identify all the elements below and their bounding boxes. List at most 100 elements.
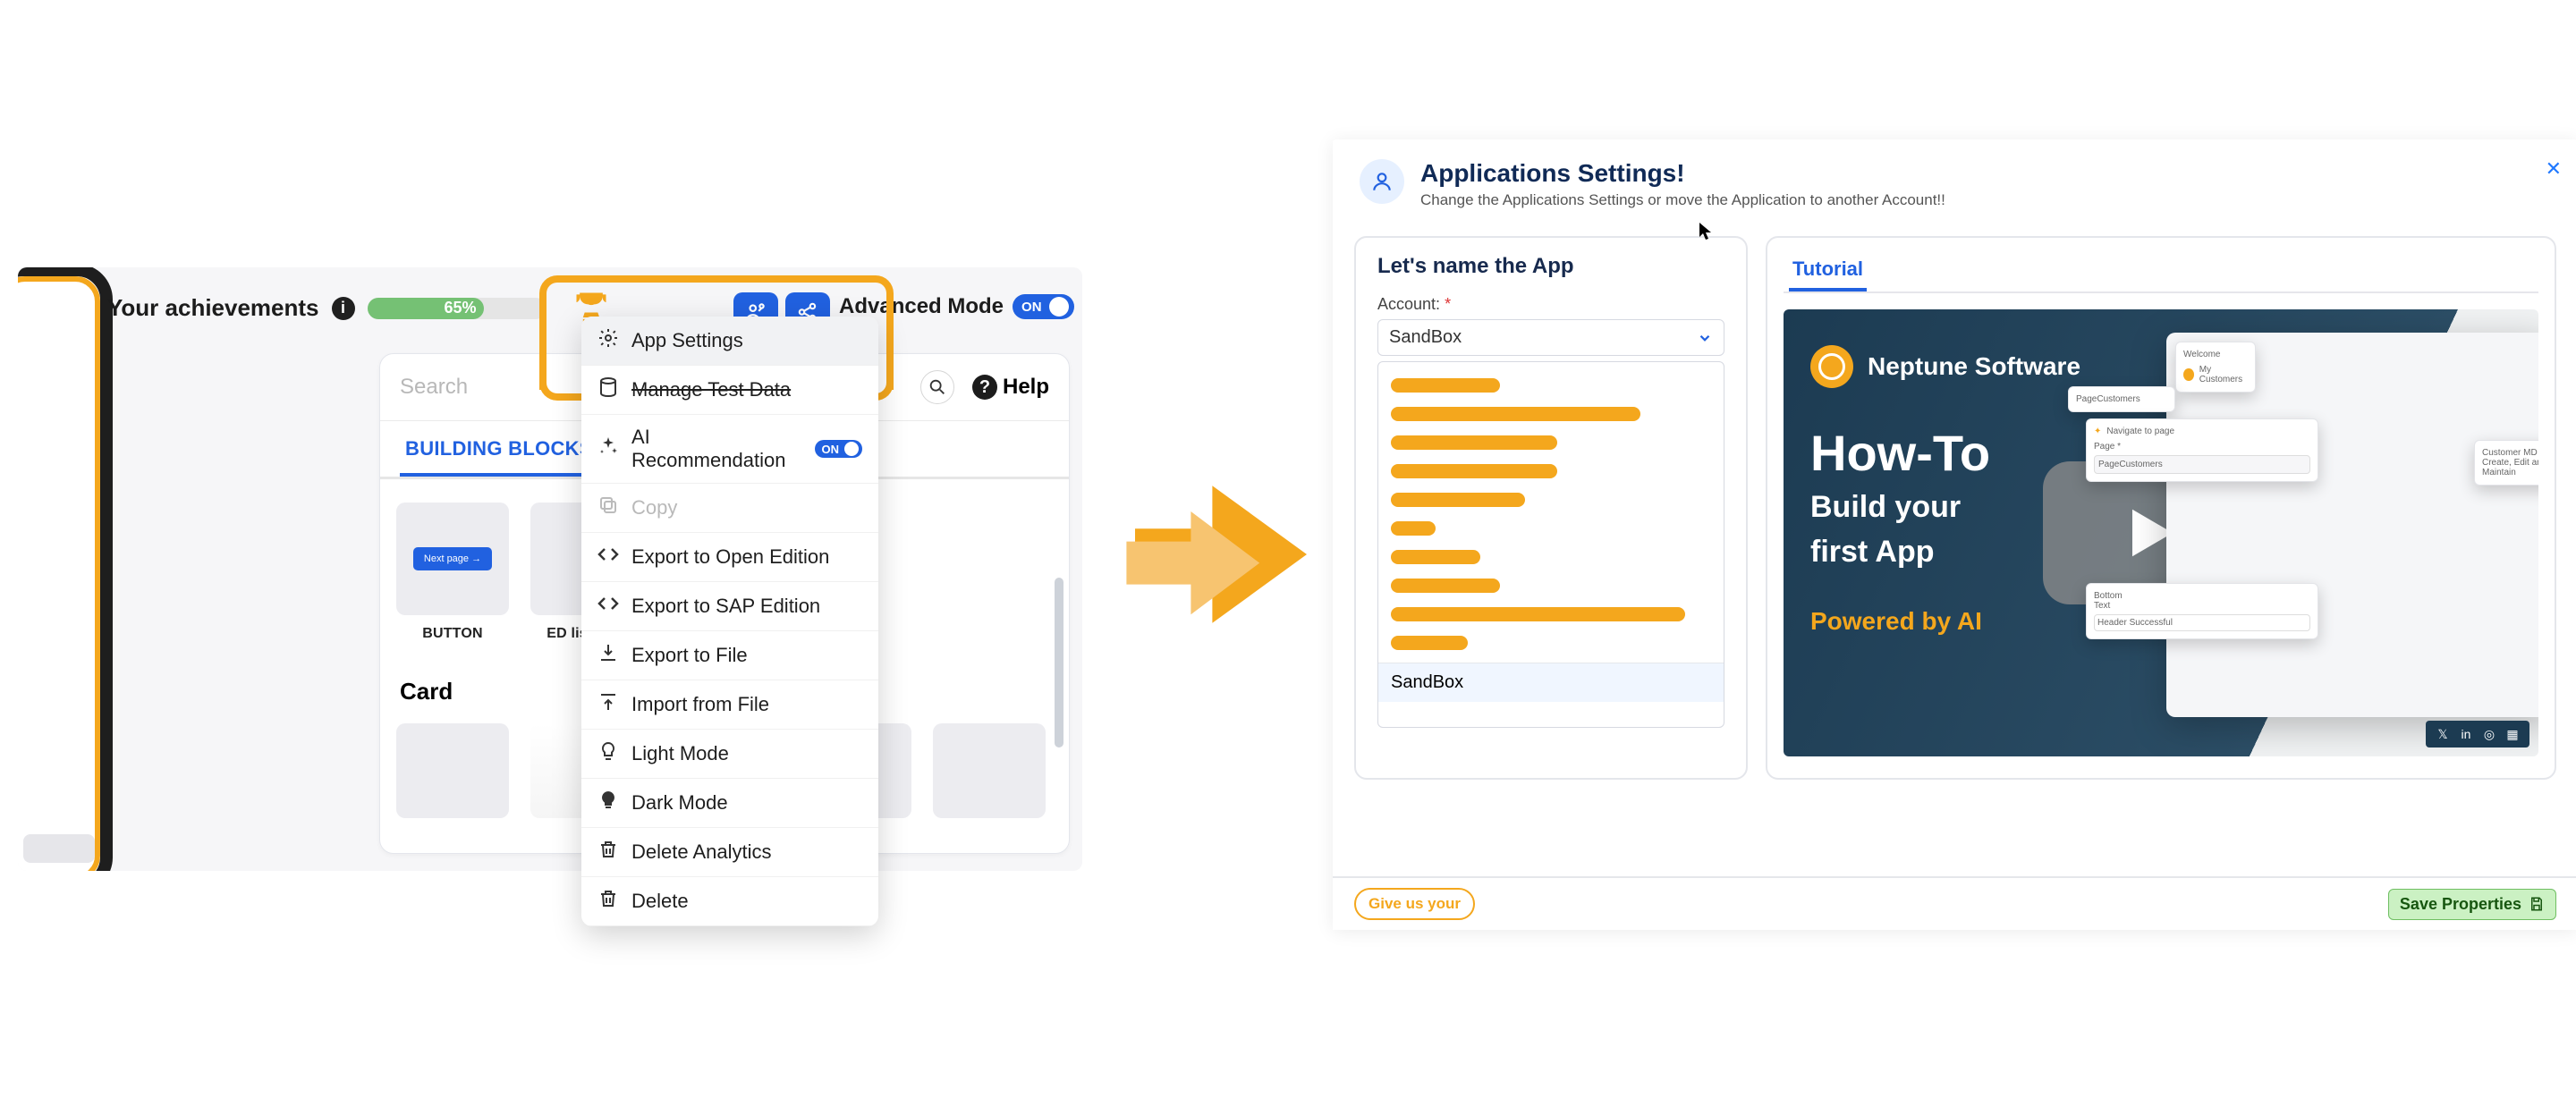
dialog-subtitle: Change the Applications Settings or move…	[1420, 191, 1945, 209]
account-option-placeholder[interactable]	[1391, 464, 1557, 478]
copy-icon	[597, 494, 619, 521]
user-icon	[1360, 159, 1404, 204]
menu-item-label: Import from File	[631, 693, 769, 716]
brand-label: Neptune Software	[1868, 352, 2080, 381]
account-option-placeholder[interactable]	[1391, 521, 1436, 536]
bulb-fill-icon	[597, 790, 619, 816]
feedback-button[interactable]: Give us your	[1354, 888, 1475, 920]
card-thumb[interactable]	[396, 723, 509, 818]
applications-settings-dialog: ✕ Applications Settings! Change the Appl…	[1333, 139, 2576, 930]
name-app-heading: Let's name the App	[1377, 254, 1724, 279]
name-app-card: Let's name the App Account: * SandBox Sa…	[1354, 236, 1748, 780]
menu-item-export-to-file[interactable]: Export to File	[581, 631, 878, 680]
menu-item-delete-analytics[interactable]: Delete Analytics	[581, 828, 878, 877]
advanced-mode-toggle[interactable]: ON	[1013, 294, 1074, 319]
neptune-logo-icon	[1810, 345, 1853, 388]
menu-item-label: Manage Test Data	[631, 378, 791, 401]
help-label: Help	[1003, 375, 1049, 400]
menu-item-label: App Settings	[631, 329, 743, 352]
account-field-label: Account:	[1377, 295, 1440, 313]
bulb-icon	[597, 740, 619, 767]
menu-item-ai-recommendation[interactable]: AI Recommendation ON	[581, 415, 878, 484]
twitter-icon: 𝕏	[2435, 726, 2451, 742]
next-page-badge: Next page →	[413, 547, 492, 570]
account-select[interactable]: SandBox	[1377, 319, 1724, 356]
search-icon[interactable]	[920, 370, 954, 404]
export-icon	[597, 642, 619, 669]
account-option-placeholder[interactable]	[1391, 435, 1557, 450]
account-option-placeholder[interactable]	[1391, 636, 1468, 650]
menu-item-dark-mode[interactable]: Dark Mode	[581, 779, 878, 828]
ai-recommendation-toggle[interactable]: ON	[815, 440, 863, 458]
menu-item-export-to-sap-edition[interactable]: Export to SAP Edition	[581, 582, 878, 631]
menu-item-label: Copy	[631, 496, 677, 519]
close-icon[interactable]: ✕	[2546, 157, 2562, 181]
info-icon[interactable]: i	[332, 297, 355, 320]
mock-label: Welcome	[2183, 350, 2221, 359]
account-option-placeholder[interactable]	[1391, 493, 1525, 507]
menu-item-import-from-file[interactable]: Import from File	[581, 680, 878, 730]
dialog-title: Applications Settings!	[1420, 159, 1945, 188]
account-dropdown-list[interactable]: SandBox	[1377, 361, 1724, 728]
account-option-placeholder[interactable]	[1391, 607, 1685, 621]
mock-mini-footer: Bottom Text Header Successful	[2086, 583, 2318, 639]
account-option-sandbox[interactable]: SandBox	[1378, 663, 1724, 702]
trash-icon	[597, 839, 619, 866]
block-button-label: BUTTON	[396, 626, 509, 642]
menu-item-label: Dark Mode	[631, 791, 728, 815]
cursor-icon	[1698, 221, 1716, 241]
account-option-placeholder[interactable]	[1391, 579, 1500, 593]
designer-left-panel: Your achievements i 65% Advanced Mode ON	[18, 267, 1082, 871]
menu-item-manage-test-data[interactable]: Manage Test Data	[581, 366, 878, 415]
progress-fill: 65%	[368, 298, 484, 319]
menu-item-label: Export to SAP Edition	[631, 595, 820, 618]
menu-item-app-settings[interactable]: App Settings	[581, 317, 878, 366]
mock-mini-nav: ✦Navigate to page Page * PageCustomers	[2086, 418, 2318, 482]
menu-item-label: Export to File	[631, 644, 748, 667]
phone-frame-decor	[18, 267, 113, 871]
menu-item-label: Light Mode	[631, 742, 729, 765]
linkedin-icon: in	[2458, 726, 2474, 742]
settings-context-menu: App Settings Manage Test Data AI Recommend…	[581, 317, 878, 926]
db-icon	[597, 376, 619, 403]
advanced-mode-label: Advanced Mode	[839, 294, 1004, 319]
save-properties-button[interactable]: Save Properties	[2388, 889, 2556, 920]
gallery-scrollbar[interactable]	[1055, 578, 1063, 747]
menu-item-export-to-open-edition[interactable]: Export to Open Edition	[581, 533, 878, 582]
gear-icon	[597, 327, 619, 354]
instagram-icon: ◎	[2481, 726, 2497, 742]
import-icon	[597, 691, 619, 718]
menu-item-label: AI Recommendation	[631, 426, 790, 472]
blog-icon: ▦	[2504, 726, 2521, 742]
required-asterisk: *	[1445, 295, 1451, 313]
arrow-icon	[1114, 447, 1328, 662]
block-button[interactable]: Next page → BUTTON	[396, 503, 509, 642]
social-icons: 𝕏 in ◎ ▦	[2426, 721, 2529, 747]
video-mock-screen: Welcome My Customers PageCustomers ✦Navi…	[2166, 333, 2538, 717]
menu-item-delete[interactable]: Delete	[581, 877, 878, 926]
menu-item-label: Delete	[631, 890, 689, 913]
phone-tabbar-decor	[23, 834, 95, 863]
help-icon: ?	[972, 375, 997, 400]
mock-label: PageCustomers	[2068, 386, 2175, 412]
card-thumb[interactable]	[933, 723, 1046, 818]
mock-mini-card: Customer MD Create, Edit and Maintain	[2474, 440, 2538, 486]
menu-item-copy: Copy	[581, 484, 878, 533]
achievements-progress: 65%	[368, 298, 547, 319]
account-option-placeholder[interactable]	[1391, 378, 1500, 393]
tutorial-video[interactable]: Neptune Software How-To Build your first…	[1784, 309, 2538, 756]
menu-item-label: Export to Open Edition	[631, 545, 829, 569]
code-icon	[597, 593, 619, 620]
tab-building-blocks[interactable]: BUILDING BLOCKS	[400, 421, 598, 477]
achievements-label: Your achievements	[107, 294, 319, 322]
account-select-value: SandBox	[1389, 327, 1462, 348]
sparkle-icon	[597, 435, 619, 462]
chevron-down-icon	[1697, 330, 1713, 346]
help-button[interactable]: ? Help	[972, 375, 1049, 400]
tutorial-card: Tutorial Neptune Software How-To Build y…	[1766, 236, 2556, 780]
code-icon	[597, 544, 619, 570]
account-option-placeholder[interactable]	[1391, 407, 1640, 421]
account-option-placeholder[interactable]	[1391, 550, 1480, 564]
menu-item-light-mode[interactable]: Light Mode	[581, 730, 878, 779]
tab-tutorial[interactable]: Tutorial	[1789, 250, 1867, 291]
